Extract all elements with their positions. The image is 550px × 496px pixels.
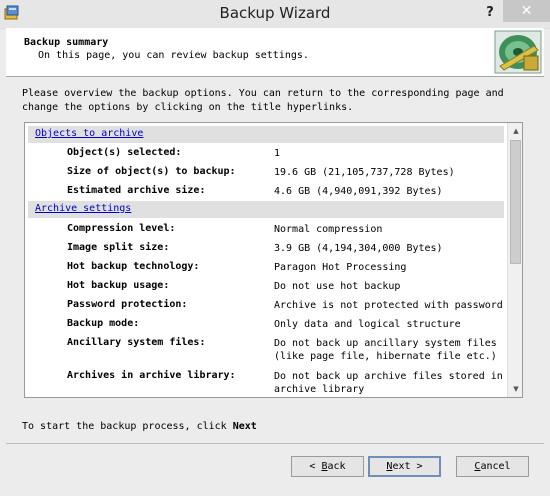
row-label-ancillary-files: Ancillary system files: [67,337,206,348]
page-title: Backup summary [24,37,109,48]
close-button[interactable]: ✕ [503,0,550,22]
row-value-split-size: 3.9 GB (4,194,304,000 Bytes) [274,243,443,254]
scroll-up-arrow-icon[interactable]: ▲ [508,123,522,139]
row-label-split-size: Image split size: [67,242,170,253]
button-bar: < Back Next > Cancel [6,443,544,477]
summary-panel: Objects to archive Object(s) selected: 1… [24,122,523,398]
row-label-password: Password protection: [67,299,188,310]
row-value-size-to-backup: 19.6 GB (21,105,737,728 Bytes) [274,167,455,178]
row-value-ancillary-files: Do not back up ancillary system files (l… [274,337,497,363]
next-button-suffix: > [410,461,423,472]
footer-text: To start the backup process, click [22,421,233,432]
help-button[interactable]: ? [479,2,501,24]
back-button-label: ack [327,461,346,472]
row-value-compression: Normal compression [274,224,383,235]
section-archive-settings: Archive settings [28,201,504,218]
row-value-ancillary-files-line2: (like page file, hibernate file etc.) [274,351,497,362]
row-value-archive-library-line2: archive library [274,384,365,395]
vertical-scrollbar[interactable]: ▲ ▼ [507,123,522,397]
row-label-size-to-backup: Size of object(s) to backup: [67,166,236,177]
close-icon: ✕ [520,3,533,19]
row-value-objects-selected: 1 [274,148,281,159]
back-button-prefix: < [309,461,322,472]
row-label-objects-selected: Object(s) selected: [67,147,182,158]
row-value-backup-mode: Only data and logical structure [274,319,461,330]
row-label-archive-library: Archives in archive library: [67,370,236,381]
archive-settings-link[interactable]: Archive settings [35,203,131,214]
wizard-header: Backup summary On this page, you can rev… [6,28,544,77]
scrollbar-thumb[interactable] [510,140,521,264]
scroll-down-arrow-icon[interactable]: ▼ [508,381,522,397]
next-button[interactable]: Next > [368,456,441,477]
section-objects: Objects to archive [28,126,504,143]
row-label-backup-mode: Backup mode: [67,318,140,329]
objects-to-archive-link[interactable]: Objects to archive [35,128,143,139]
row-label-estimated-size: Estimated archive size: [67,185,206,196]
cancel-button-label: ancel [480,461,511,472]
footer-next-word: Next [232,421,257,432]
window-title: Backup Wizard [219,4,331,22]
row-value-archive-library-line1: Do not back up archive files stored in [274,371,503,382]
row-label-compression: Compression level: [67,223,176,234]
back-button[interactable]: < Back [291,456,364,477]
row-value-password: Archive is not protected with password [274,300,503,311]
cancel-button[interactable]: Cancel [456,456,529,477]
intro-text: Please overview the backup options. You … [22,88,504,113]
row-label-hot-backup-usage: Hot backup usage: [67,280,170,291]
title-bar: Backup Wizard ? ✕ [0,0,550,29]
backup-wizard-window: Backup Wizard ? ✕ Backup summary On this… [0,0,550,496]
row-label-hot-backup-tech: Hot backup technology: [67,261,200,272]
next-button-label: ext [392,461,411,472]
row-value-estimated-size: 4.6 GB (4,940,091,392 Bytes) [274,186,443,197]
page-subtitle: On this page, you can review backup sett… [38,50,309,61]
footer-instruction: To start the backup process, click Next [22,421,257,432]
row-value-ancillary-files-line1: Do not back up ancillary system files [274,338,497,349]
row-value-archive-library: Do not back up archive files stored in a… [274,370,503,396]
row-value-hot-backup-usage: Do not use hot backup [274,281,401,292]
backup-disk-logo [494,30,542,74]
wizard-body: Please overview the backup options. You … [6,77,544,490]
row-value-hot-backup-tech: Paragon Hot Processing [274,262,407,273]
